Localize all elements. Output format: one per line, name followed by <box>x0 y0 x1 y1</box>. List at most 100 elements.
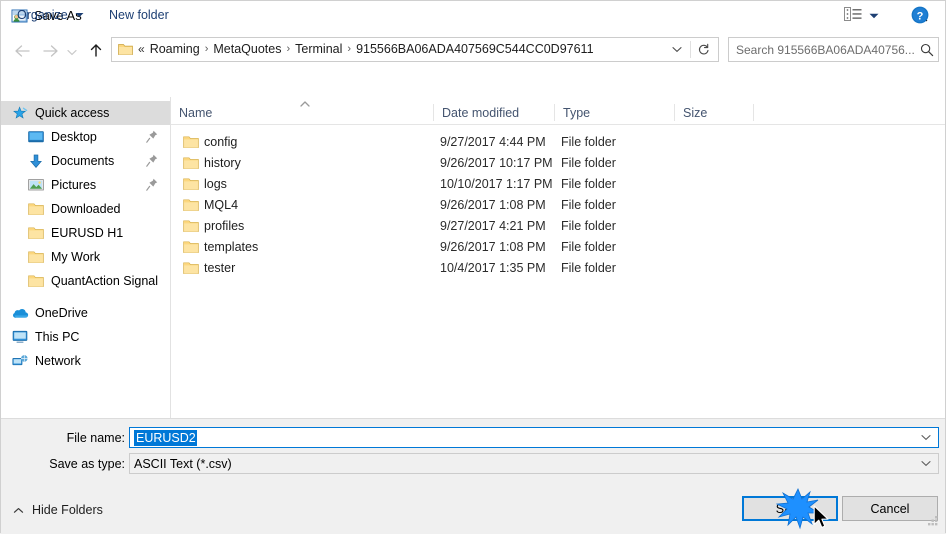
cell-date-modified: 9/26/2017 1:08 PM <box>440 240 546 254</box>
table-row[interactable]: history 9/26/2017 10:17 PM File folder <box>171 153 945 173</box>
sidebar-item-pictures[interactable]: Pictures <box>1 173 170 197</box>
cell-name: profiles <box>204 219 245 233</box>
chevron-down-icon <box>672 47 682 53</box>
search-box[interactable]: Search 915566BA06ADA40756... <box>728 37 939 62</box>
folder-icon <box>183 240 199 254</box>
sidebar-item-label: QuantAction Signal <box>51 274 159 288</box>
sidebar-item-label: Network <box>35 354 81 368</box>
forward-button[interactable] <box>37 39 63 65</box>
table-row[interactable]: logs 10/10/2017 1:17 PM File folder <box>171 174 945 194</box>
column-divider[interactable] <box>753 104 754 121</box>
new-folder-button[interactable]: New folder <box>109 1 169 29</box>
search-input[interactable]: Search 915566BA06ADA40756... <box>736 43 916 57</box>
folder-icon <box>183 261 199 275</box>
sidebar-item-this-pc[interactable]: This PC <box>1 325 170 349</box>
back-button[interactable] <box>9 39 35 65</box>
chevron-down-icon <box>75 12 84 18</box>
sidebar-item-eurusd-h1[interactable]: EURUSD H1 <box>1 221 170 245</box>
column-header-name[interactable]: Name <box>171 101 433 124</box>
save-as-type-label: Save as type: <box>49 457 125 471</box>
save-button[interactable]: Save <box>742 496 838 521</box>
cell-name: history <box>204 156 241 170</box>
breadcrumb-item-guid[interactable]: 915566BA06ADA407569C544CC0D97611 <box>354 38 595 61</box>
breadcrumb-separator[interactable]: › <box>283 38 293 61</box>
column-header-type[interactable]: Type <box>555 101 674 124</box>
chevron-down-icon <box>67 45 77 59</box>
help-icon: ? <box>911 6 929 24</box>
cell-date-modified: 9/26/2017 1:08 PM <box>440 198 546 212</box>
cancel-button[interactable]: Cancel <box>842 496 938 521</box>
column-header-date-modified[interactable]: Date modified <box>434 101 554 124</box>
refresh-button[interactable] <box>692 38 714 61</box>
breadcrumb-separator[interactable]: › <box>202 38 212 61</box>
table-row[interactable]: tester 10/4/2017 1:35 PM File folder <box>171 258 945 278</box>
sidebar-item-label: Quick access <box>35 106 110 120</box>
up-one-level-button[interactable] <box>83 39 109 65</box>
documents-icon <box>27 153 45 169</box>
file-name-value: EURUSD2 <box>134 429 197 446</box>
breadcrumb-overflow[interactable]: « <box>133 38 148 61</box>
folder-icon <box>27 225 45 241</box>
sidebar-item-quick-access[interactable]: Quick access <box>1 101 170 125</box>
change-view-button[interactable] <box>844 1 879 29</box>
arrow-left-icon <box>14 44 31 61</box>
breadcrumb-item-roaming[interactable]: Roaming <box>148 38 202 61</box>
save-as-dialog: Save As « Roaming › MetaQuotes › Termina… <box>0 0 946 533</box>
sidebar-item-label: This PC <box>35 330 80 344</box>
table-row[interactable]: profiles 9/27/2017 4:21 PM File folder <box>171 216 945 236</box>
save-button-label: Save <box>775 501 805 516</box>
onedrive-icon <box>11 305 29 321</box>
cell-name: config <box>204 135 238 149</box>
search-icon <box>916 43 938 57</box>
sidebar-item-label: EURUSD H1 <box>51 226 124 240</box>
table-row[interactable]: templates 9/26/2017 1:08 PM File folder <box>171 237 945 257</box>
recent-locations-button[interactable] <box>63 39 81 65</box>
address-dropdown-button[interactable] <box>668 38 686 61</box>
file-name-label: File name: <box>66 431 125 445</box>
table-row[interactable]: MQL4 9/26/2017 1:08 PM File folder <box>171 195 945 215</box>
breadcrumb-item-terminal[interactable]: Terminal <box>293 38 344 61</box>
arrow-up-icon <box>89 43 103 61</box>
chevron-down-icon[interactable] <box>921 454 931 473</box>
table-row[interactable]: config 9/27/2017 4:44 PM File folder <box>171 132 945 152</box>
cell-name: tester <box>204 261 236 275</box>
file-list: Name Date modified Type Size config 9/27… <box>171 97 945 418</box>
cell-name: MQL4 <box>204 198 239 212</box>
breadcrumb-item-metaquotes[interactable]: MetaQuotes <box>211 38 283 61</box>
hide-folders-button[interactable]: Hide Folders <box>13 499 103 521</box>
navigation-pane: Quick access Desktop Documents Pictures … <box>1 97 171 418</box>
sidebar-item-onedrive[interactable]: OneDrive <box>1 301 170 325</box>
sidebar-item-desktop[interactable]: Desktop <box>1 125 170 149</box>
cell-name: templates <box>204 240 259 254</box>
sidebar-item-documents[interactable]: Documents <box>1 149 170 173</box>
file-name-input[interactable]: EURUSD2 <box>129 427 939 448</box>
sidebar-item-quantaction-signal[interactable]: QuantAction Signal <box>1 269 170 293</box>
chevron-down-icon[interactable] <box>921 428 931 447</box>
resize-grip-icon[interactable] <box>927 515 939 527</box>
address-bar[interactable]: « Roaming › MetaQuotes › Terminal › 9155… <box>111 37 719 62</box>
sidebar-item-downloaded[interactable]: Downloaded <box>1 197 170 221</box>
cell-type: File folder <box>561 156 616 170</box>
sidebar-item-my-work[interactable]: My Work <box>1 245 170 269</box>
desktop-icon <box>27 129 45 145</box>
address-divider <box>690 41 691 58</box>
pin-icon[interactable] <box>146 130 158 143</box>
sidebar-item-label: Documents <box>51 154 115 168</box>
help-button[interactable]: ? <box>911 6 929 24</box>
save-as-type-select[interactable]: ASCII Text (*.csv) <box>129 453 939 474</box>
cancel-button-label: Cancel <box>870 501 910 516</box>
pin-icon[interactable] <box>146 154 158 167</box>
folder-icon <box>183 198 199 212</box>
column-header-size[interactable]: Size <box>675 101 753 124</box>
svg-text:?: ? <box>917 10 924 22</box>
sidebar-item-network[interactable]: Network <box>1 349 170 373</box>
cell-type: File folder <box>561 219 616 233</box>
star-pin-icon <box>11 105 29 121</box>
cell-type: File folder <box>561 198 616 212</box>
pin-icon[interactable] <box>146 178 158 191</box>
cell-name: logs <box>204 177 227 191</box>
organize-button[interactable]: Organize <box>17 1 84 29</box>
breadcrumb-separator[interactable]: › <box>344 38 354 61</box>
cell-date-modified: 10/4/2017 1:35 PM <box>440 261 546 275</box>
